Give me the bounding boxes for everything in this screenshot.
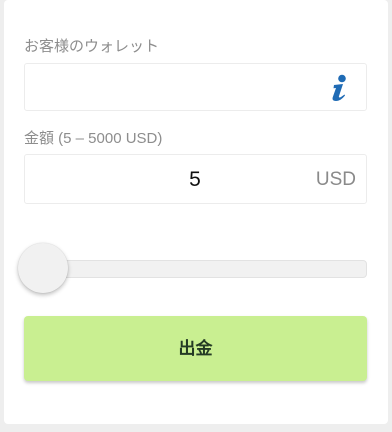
amount-slider[interactable] [18, 243, 367, 293]
wallet-label: お客様のウォレット [24, 38, 160, 55]
withdraw-button[interactable]: 出金 [24, 316, 367, 381]
amount-value: 5 [189, 168, 201, 191]
amount-currency: USD [315, 169, 356, 190]
amount-input[interactable]: 5 USD [24, 154, 367, 204]
wallet-input[interactable] [24, 63, 367, 111]
withdraw-form: お客様のウォレット 金額 (5 – 5000 USD) 5 USD 出金 [4, 0, 388, 424]
info-icon[interactable] [328, 74, 350, 102]
slider-thumb[interactable] [18, 243, 68, 293]
amount-label: 金額 (5 – 5000 USD) [24, 130, 163, 147]
slider-track[interactable] [23, 260, 367, 278]
